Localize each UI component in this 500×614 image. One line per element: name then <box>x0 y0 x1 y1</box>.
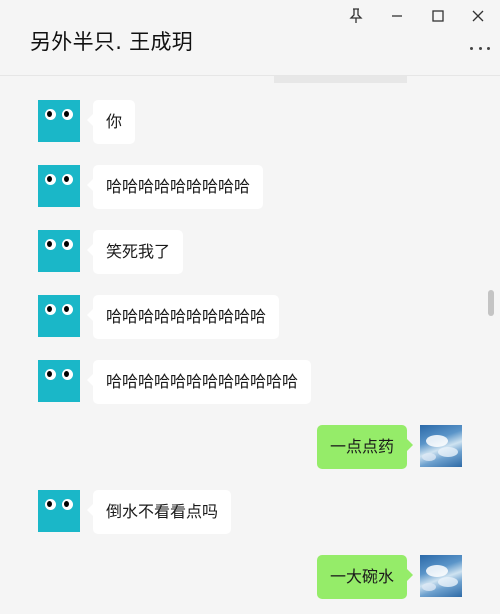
message-row: 笑死我了 <box>38 230 184 274</box>
chat-title: 另外半只. 王成玥 <box>30 30 194 54</box>
message-bubble-incoming[interactable]: 你 <box>86 100 136 144</box>
minimize-icon[interactable] <box>386 6 408 26</box>
message-bubble-incoming[interactable]: 哈哈哈哈哈哈哈哈哈哈哈哈 <box>86 360 312 404</box>
maximize-icon[interactable] <box>427 6 449 26</box>
message-row: 哈哈哈哈哈哈哈哈哈哈哈哈 <box>38 360 312 404</box>
scrollbar-thumb[interactable] <box>488 290 494 316</box>
contact-avatar[interactable] <box>38 165 80 207</box>
close-icon[interactable] <box>467 6 489 26</box>
message-bubble-incoming[interactable]: 倒水不看看点吗 <box>86 490 232 534</box>
contact-avatar[interactable] <box>38 490 80 532</box>
contact-avatar[interactable] <box>38 360 80 402</box>
message-row: 一点点药 <box>316 425 462 469</box>
more-dots-icon[interactable] <box>470 44 490 52</box>
message-bubble-outgoing[interactable]: 一大碗水 <box>316 555 414 599</box>
message-bubble-outgoing[interactable]: 一点点药 <box>316 425 414 469</box>
message-row: 哈哈哈哈哈哈哈哈哈 <box>38 165 264 209</box>
chat-header: 另外半只. 王成玥 <box>0 0 500 76</box>
self-avatar[interactable] <box>420 425 462 467</box>
contact-avatar[interactable] <box>38 230 80 272</box>
contact-avatar[interactable] <box>38 295 80 337</box>
message-row: 一大碗水 <box>316 555 462 599</box>
message-row: 你 <box>38 100 136 144</box>
message-bubble-incoming[interactable]: 哈哈哈哈哈哈哈哈哈 <box>86 165 264 209</box>
message-row: 哈哈哈哈哈哈哈哈哈哈 <box>38 295 280 339</box>
message-row: 倒水不看看点吗 <box>38 490 232 534</box>
self-avatar[interactable] <box>420 555 462 597</box>
previous-message-edge <box>274 76 407 83</box>
chat-window: 另外半只. 王成玥 你 哈哈哈哈哈哈哈哈哈 笑死我了 哈哈哈哈哈哈哈哈哈哈 哈哈… <box>0 0 500 614</box>
message-bubble-incoming[interactable]: 笑死我了 <box>86 230 184 274</box>
contact-avatar[interactable] <box>38 100 80 142</box>
message-bubble-incoming[interactable]: 哈哈哈哈哈哈哈哈哈哈 <box>86 295 280 339</box>
pin-icon[interactable] <box>345 6 367 26</box>
